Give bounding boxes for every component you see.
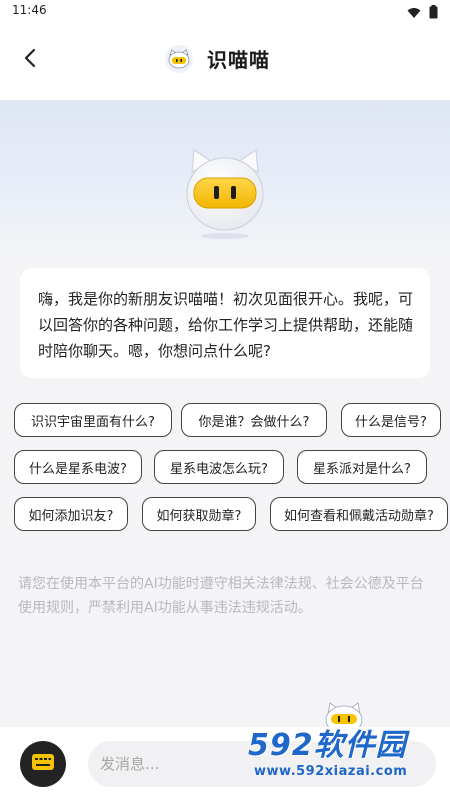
keyboard-icon	[31, 753, 55, 775]
mascot-icon	[182, 144, 268, 244]
hero-banner	[0, 100, 450, 260]
greeting-message: 嗨，我是你的新朋友识喵喵！初次见面很开心。我呢，可以回答你的各种问题，给你工作学…	[20, 268, 430, 378]
watermark-url: www.592xiazai.com	[254, 764, 408, 779]
back-button[interactable]	[16, 46, 44, 74]
status-icons	[407, 4, 438, 23]
keyboard-toggle-button[interactable]	[20, 741, 66, 787]
suggestion-chip[interactable]: 识识宇宙里面有什么?	[14, 403, 172, 437]
suggestion-chip[interactable]: 如何添加识友?	[14, 497, 128, 531]
suggestion-chip[interactable]: 星系派对是什么?	[297, 450, 427, 484]
battery-icon	[429, 4, 438, 23]
watermark-logo-text: 592软件园	[248, 728, 407, 763]
status-time: 11:46	[12, 3, 47, 17]
suggestion-chip[interactable]: 如何查看和佩戴活动勋章?	[270, 497, 448, 531]
wifi-icon	[407, 4, 421, 23]
status-bar: 11:46	[0, 0, 450, 24]
suggestion-chip[interactable]: 星系电波怎么玩?	[154, 450, 284, 484]
back-arrow-icon	[23, 48, 37, 72]
mascot-avatar-icon	[165, 44, 193, 73]
suggestion-chip[interactable]: 什么是信号?	[341, 403, 441, 437]
suggestion-chip[interactable]: 你是谁？会做什么?	[181, 403, 327, 437]
page-title: 识喵喵	[207, 48, 270, 72]
watermark: 592软件园 www.592xiazai.com	[248, 728, 448, 790]
header: 识喵喵	[0, 24, 450, 100]
suggestion-chip[interactable]: 如何获取勋章?	[142, 497, 256, 531]
compliance-notice: 请您在使用本平台的AI功能时遵守相关法律法规、社会公德及平台使用规则，严禁利用A…	[18, 576, 424, 616]
header-title-group: 识喵喵	[165, 44, 270, 73]
suggestion-chip[interactable]: 什么是星系电波?	[14, 450, 142, 484]
